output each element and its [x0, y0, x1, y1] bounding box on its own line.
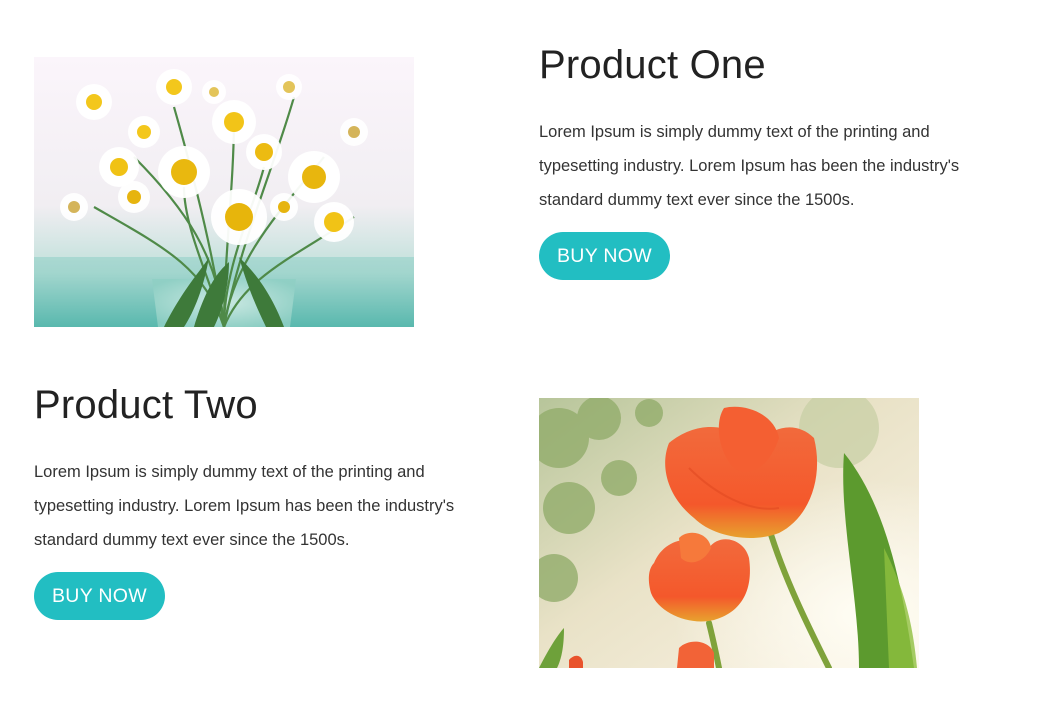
product-description: Lorem Ipsum is simply dummy text of the … [34, 463, 455, 549]
red-tulips-image [539, 398, 919, 668]
product-two-section: Product Two Lorem Ipsum is simply dummy … [0, 340, 1048, 719]
product-one-info: Product One Lorem Ipsum is simply dummy … [539, 45, 999, 280]
daisy-bouquet-image [34, 57, 414, 327]
buy-now-button[interactable]: BUY NOW [34, 572, 165, 620]
product-description: Lorem Ipsum is simply dummy text of the … [539, 123, 960, 209]
product-one-section: Product One Lorem Ipsum is simply dummy … [0, 0, 1048, 340]
product-title: Product One [539, 43, 766, 87]
product-title: Product Two [34, 383, 258, 427]
buy-now-button[interactable]: BUY NOW [539, 232, 670, 280]
product-two-info: Product Two Lorem Ipsum is simply dummy … [34, 385, 494, 620]
